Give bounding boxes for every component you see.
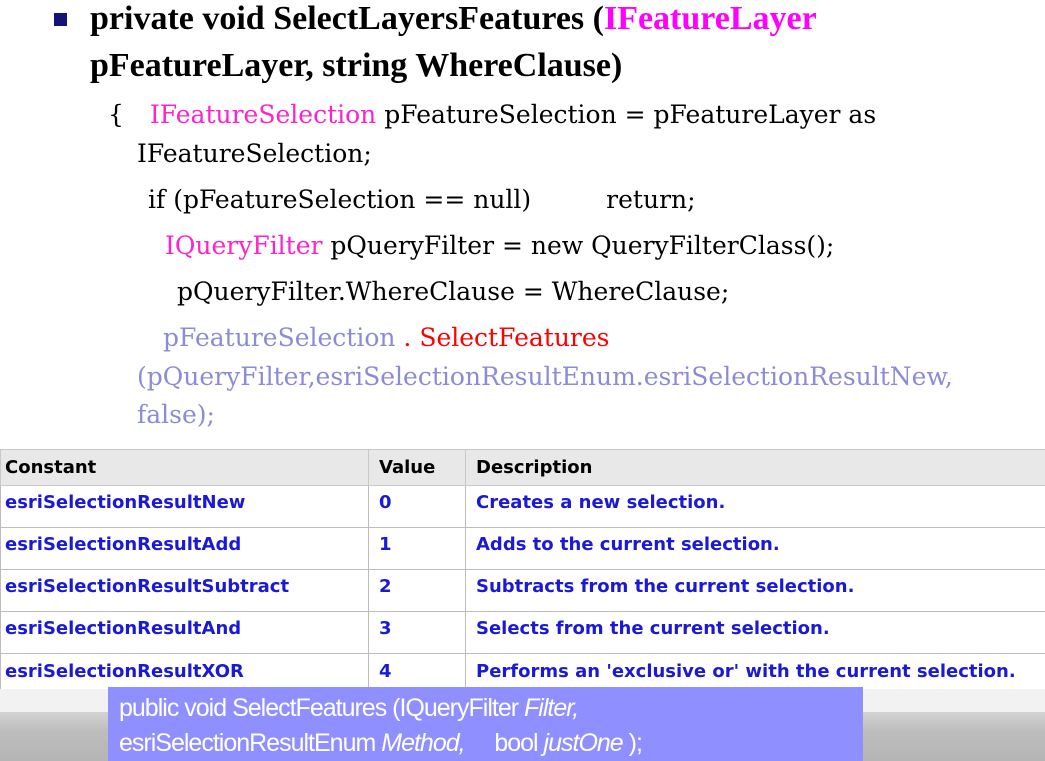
code-line-5: pQueryFilter.WhereClause = WhereClause;	[177, 277, 730, 306]
bullet-square-icon	[54, 13, 67, 26]
callout-param: Filter,	[524, 694, 579, 722]
code-type: IFeatureSelection	[149, 100, 377, 129]
callout-param: justOne	[543, 729, 624, 757]
code-text: if (pFeatureSelection == null)	[148, 185, 532, 214]
method-signature-line-2: pFeatureLayer, string WhereClause)	[90, 47, 623, 84]
cell-description: Creates a new selection.	[465, 485, 1045, 528]
cell-value: 0	[368, 485, 466, 528]
code-line-8: false);	[137, 400, 215, 429]
header-value: Value	[368, 449, 466, 486]
code-text: pFeatureSelection = pFeatureLayer as	[376, 100, 877, 129]
header-constant: Constant	[0, 449, 369, 486]
table-row: esriSelectionResultNew 0 Creates a new s…	[0, 485, 1045, 528]
table-header-row: Constant Value Description	[0, 449, 1045, 486]
cell-description: Subtracts from the current selection.	[465, 569, 1045, 612]
code-dot: .	[395, 323, 420, 352]
code-brace: {	[108, 100, 124, 129]
code-line-3: if (pFeatureSelection == null) return;	[148, 185, 696, 215]
slide: private void SelectLayersFeatures (IFeat…	[0, 0, 1045, 761]
cell-description: Adds to the current selection.	[465, 527, 1045, 570]
header-description: Description	[465, 449, 1045, 486]
code-text: pQueryFilter = new QueryFilterClass();	[322, 231, 835, 260]
table-row: esriSelectionResultAdd 1 Adds to the cur…	[0, 527, 1045, 570]
method-signature-line-1: private void SelectLayersFeatures (IFeat…	[90, 0, 817, 38]
callout-param: Method,	[381, 729, 465, 757]
callout-text: esriSelectionResultEnum	[119, 729, 382, 757]
callout-text: bool	[464, 729, 544, 757]
code-line-6: pFeatureSelection . SelectFeatures	[163, 323, 610, 353]
cell-constant: esriSelectionResultSubtract	[0, 569, 369, 612]
code-type: IQueryFilter	[165, 231, 323, 260]
code-line-7: (pQueryFilter,esriSelectionResultEnum.es…	[137, 362, 953, 391]
cell-value: 2	[368, 569, 466, 612]
callout-text: );	[622, 729, 643, 757]
signature-type: IFeatureLayer	[603, 0, 817, 37]
code-line-1: { IFeatureSelection pFeatureSelection = p…	[108, 100, 876, 130]
callout-line-2: esriSelectionResultEnum Method, bool jus…	[119, 726, 863, 761]
cell-value: 1	[368, 527, 466, 570]
code-return: return;	[606, 185, 696, 214]
cell-description: Selects from the current selection.	[465, 611, 1045, 654]
code-line-4: IQueryFilter pQueryFilter = new QueryFil…	[165, 231, 834, 261]
callout-text: public void SelectFeatures (IQueryFilter	[119, 694, 525, 722]
cell-constant: esriSelectionResultAdd	[0, 527, 369, 570]
code-line-2: IFeatureSelection;	[137, 139, 372, 168]
table-row: esriSelectionResultSubtract 2 Subtracts …	[0, 569, 1045, 612]
code-object: pFeatureSelection	[163, 323, 396, 352]
callout-line-1: public void SelectFeatures (IQueryFilter…	[119, 691, 863, 726]
selection-result-enum-table: Constant Value Description esriSelection…	[0, 449, 1045, 707]
code-method: SelectFeatures	[419, 323, 610, 352]
signature-prefix: private void SelectLayersFeatures (	[90, 0, 604, 37]
cell-constant: esriSelectionResultNew	[0, 485, 369, 528]
cell-constant: esriSelectionResultAnd	[0, 611, 369, 654]
select-features-signature-callout: public void SelectFeatures (IQueryFilter…	[108, 687, 863, 761]
cell-value: 3	[368, 611, 466, 654]
table-row: esriSelectionResultAnd 3 Selects from th…	[0, 611, 1045, 654]
